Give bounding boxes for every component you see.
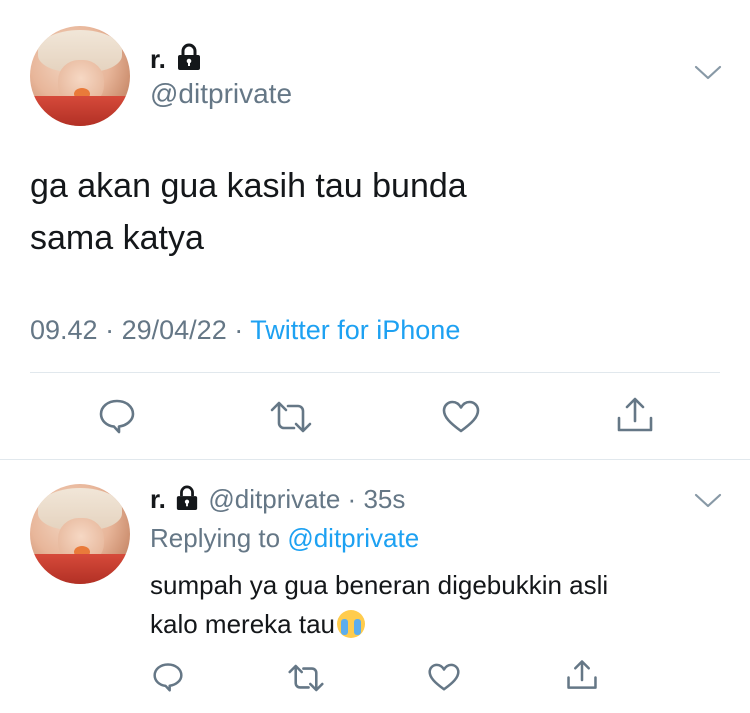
avatar-shirt [30, 96, 130, 126]
display-name[interactable]: r. [150, 44, 166, 75]
replying-to: Replying to @ditprivate [150, 523, 419, 554]
retweet-icon[interactable] [288, 664, 324, 692]
reply-display-name[interactable]: r. [150, 484, 166, 514]
tweet-time: 09.42 [30, 315, 98, 345]
like-icon[interactable] [442, 400, 480, 434]
reply-handle[interactable]: @ditprivate [208, 484, 340, 514]
share-icon[interactable] [616, 396, 654, 434]
reply-separator: · [347, 484, 357, 514]
tweet-text: ga akan gua kasih tau bunda sama katya [30, 167, 467, 257]
share-icon[interactable] [566, 659, 598, 691]
handle[interactable]: @ditprivate [150, 78, 292, 110]
divider [30, 372, 720, 373]
tweet-source-link[interactable]: Twitter for iPhone [250, 315, 460, 345]
replying-to-handle-link[interactable]: @ditprivate [287, 523, 419, 553]
reply-chevron-down-icon[interactable] [694, 492, 722, 510]
reply-text: sumpah ya gua beneran digebukkin asli ka… [150, 570, 609, 639]
like-icon[interactable] [428, 663, 460, 692]
tweet-meta: 09.42 · 29/04/22 · Twitter for iPhone [30, 315, 460, 346]
section-divider [0, 459, 750, 460]
retweet-icon[interactable] [270, 401, 312, 433]
reply-icon[interactable] [98, 398, 136, 434]
replying-to-label: Replying to [150, 523, 281, 553]
lock-icon [175, 485, 199, 511]
meta-separator: · [105, 315, 115, 345]
lock-icon [176, 43, 202, 71]
loudly-crying-face-emoji [336, 610, 365, 638]
reply-age[interactable]: 35s [363, 484, 405, 514]
reply-avatar[interactable] [30, 484, 130, 584]
reply-icon[interactable] [152, 662, 184, 692]
reply-header: r. @ditprivate · 35s [150, 484, 405, 515]
tweet-date[interactable]: 29/04/22 [122, 315, 227, 345]
avatar-shirt [30, 554, 130, 584]
chevron-down-icon[interactable] [694, 64, 722, 82]
avatar[interactable] [30, 26, 130, 126]
meta-separator: · [234, 315, 244, 345]
